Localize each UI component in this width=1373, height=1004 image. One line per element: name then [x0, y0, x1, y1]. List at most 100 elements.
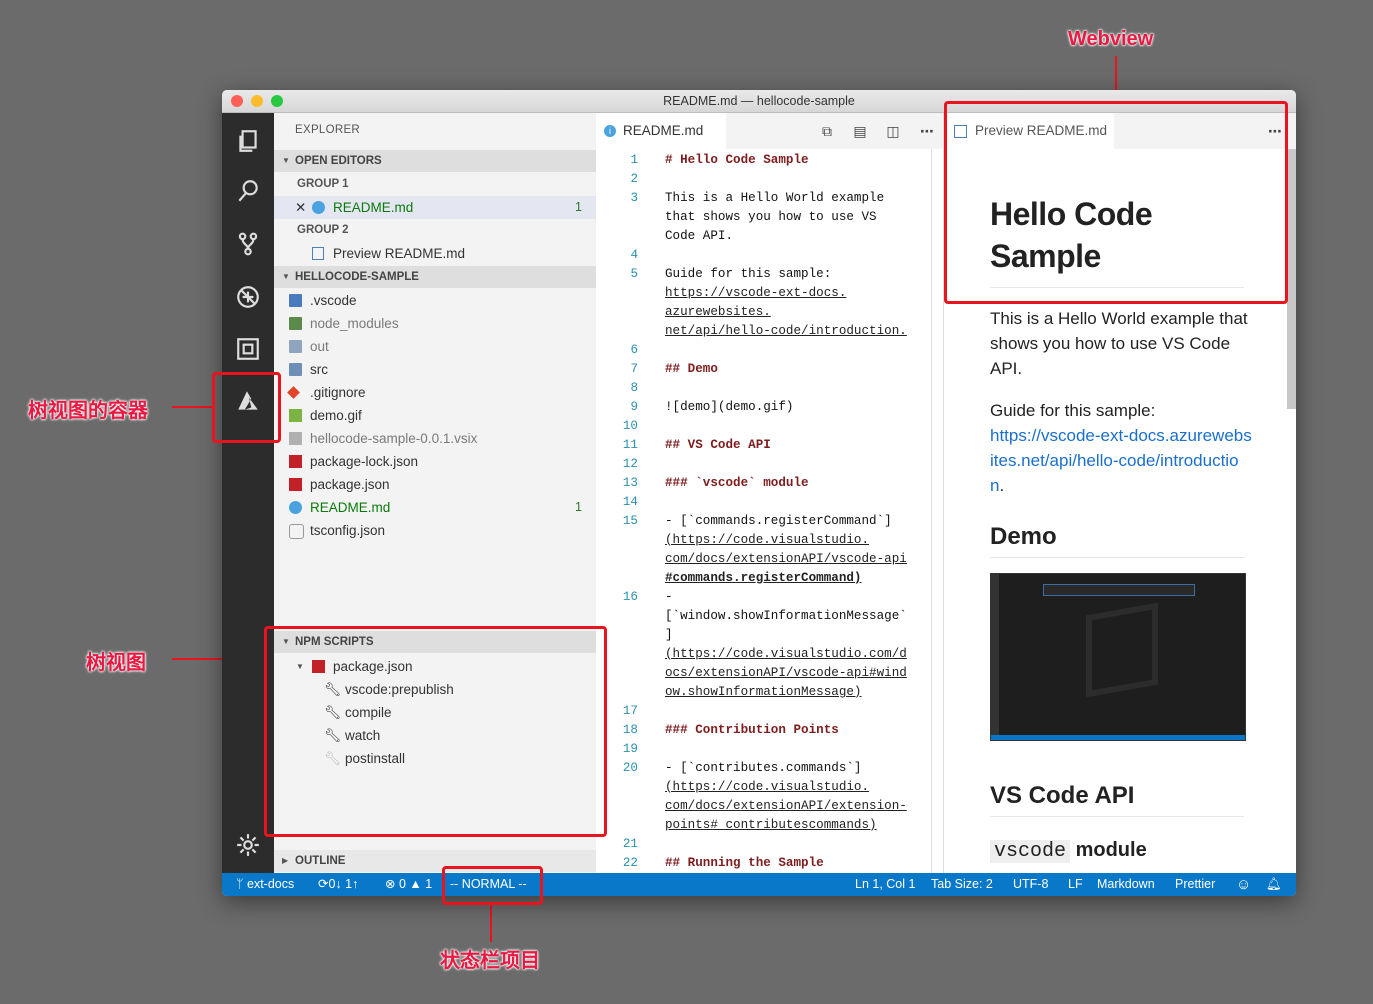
editor-tabbar: i README.md ⧉ ▤ ◫ ⋯ [596, 113, 943, 149]
gear-icon[interactable] [232, 829, 264, 861]
more-actions-icon[interactable]: ⋯ [918, 122, 936, 140]
line-number: 2 [630, 172, 638, 186]
line-number: 7 [630, 362, 638, 376]
code-line: ### `vscode` module [665, 476, 809, 490]
outline-header[interactable]: ▶ OUTLINE [274, 850, 596, 872]
file-tree-item-label: hellocode-sample-0.0.1.vsix [310, 431, 478, 446]
file-tree-item-label: package-lock.json [310, 454, 419, 469]
text-editor: i README.md ⧉ ▤ ◫ ⋯ 1 # Hello Code Sample… [596, 113, 943, 873]
sync-icon: ⟳ [318, 877, 329, 891]
cursor-position-item[interactable]: Ln 1, Col 1 [855, 873, 915, 896]
file-tree-item[interactable]: src [274, 358, 596, 381]
code-line: ] [665, 628, 673, 642]
project-header[interactable]: ▼ HELLOCODE-SAMPLE [274, 266, 596, 288]
encoding-item[interactable]: UTF-8 [1013, 873, 1048, 896]
open-editor-readme[interactable]: ✕ README.md 1 [274, 196, 596, 219]
code-lines[interactable]: 1 # Hello Code Sample 2 3 This is a Hello Wo… [596, 149, 943, 873]
tab-size-item[interactable]: Tab Size: 2 [931, 873, 993, 896]
git-icon [287, 386, 300, 399]
file-tree-item[interactable]: hellocode-sample-0.0.1.vsix [274, 427, 596, 450]
line-number: 16 [622, 590, 638, 604]
preview-scrollbar[interactable] [1287, 149, 1296, 409]
search-icon[interactable] [232, 175, 264, 207]
code-line: ow.showInformationMessage) [665, 685, 862, 699]
demo-vscode-logo [1086, 602, 1158, 698]
preview-guide-link-line: https://vscode-ext-docs.azurewebsites.ne… [990, 423, 1252, 498]
file-tree-item[interactable]: package-lock.json [274, 450, 596, 473]
bell-icon[interactable]: 🔔︎ [1266, 873, 1282, 896]
error-icon: ⊗ [385, 877, 396, 891]
problem-count-badge: 1 [575, 200, 582, 214]
code-line: (https://code.visualstudio. [665, 780, 870, 794]
editor-scrollbar[interactable] [931, 149, 932, 873]
line-number: 11 [622, 438, 638, 452]
code-line: - [`commands.registerCommand`] [665, 514, 892, 528]
file-tree-item[interactable]: out [274, 335, 596, 358]
line-number: 3 [630, 191, 638, 205]
branch-icon: ᛘ [236, 877, 244, 891]
file-tree-item[interactable]: package.json [274, 473, 596, 496]
preview-guide-link[interactable]: https://vscode-ext-docs.azurewebsites.ne… [990, 426, 1252, 495]
problem-count-badge: 1 [575, 500, 582, 514]
preview-h3-code: vscode [990, 840, 1071, 863]
close-icon[interactable]: ✕ [295, 196, 306, 219]
extensions-icon[interactable] [232, 333, 264, 365]
tree-view-annotation: 树视图 [86, 652, 146, 674]
problems-item[interactable]: ⊗ 0 ▲ 1 [385, 873, 432, 896]
file-tree-item[interactable]: node_modules [274, 312, 596, 335]
open-editor-preview-label: Preview README.md [333, 246, 466, 261]
explorer-icon[interactable] [232, 125, 264, 157]
code-line: ### Contribution Points [665, 723, 839, 737]
file-tree-item-label: .gitignore [310, 385, 366, 400]
demo-activity-bar [991, 574, 999, 740]
file-tree-item[interactable]: README.md 1 [274, 496, 596, 519]
status-bar: ᛘ ext-docs ⟳0↓ 1↑ ⊗ 0 ▲ 1 -- NORMAL -- L… [222, 873, 1296, 896]
line-number: 12 [622, 457, 638, 471]
preview-side-icon[interactable]: ▤ [851, 122, 869, 140]
status-item-annotation: 状态栏项目 [440, 950, 540, 972]
split-editor-icon[interactable]: ◫ [884, 122, 902, 140]
editor-tab-readme[interactable]: i README.md [596, 113, 726, 149]
code-line: points#_contributescommands) [665, 818, 877, 832]
file-icon [289, 432, 302, 445]
open-editor-preview[interactable]: Preview README.md [274, 242, 596, 265]
code-line: that shows you how to use VS [665, 210, 877, 224]
code-line: Code API. [665, 229, 734, 243]
branch-item[interactable]: ᛘ ext-docs [236, 873, 294, 896]
formatter-item[interactable]: Prettier [1175, 873, 1215, 896]
file-tree-item[interactable]: .gitignore [274, 381, 596, 404]
file-tree-item-label: node_modules [310, 316, 399, 331]
file-tree-item[interactable]: demo.gif [274, 404, 596, 427]
sync-item[interactable]: ⟳0↓ 1↑ [318, 873, 358, 896]
language-item[interactable]: Markdown [1097, 873, 1155, 896]
code-line: ocs/extensionAPI/vscode-api#wind [665, 666, 907, 680]
preview-guide-label: Guide for this sample: [990, 401, 1156, 420]
divider [990, 816, 1244, 817]
file-tree-item[interactable]: tsconfig.json [274, 519, 596, 542]
open-preview-icon[interactable]: ⧉ [818, 122, 836, 140]
feedback-icon[interactable]: ☺ [1236, 873, 1251, 896]
code-line: ## Demo [665, 362, 718, 376]
sidebar-title: EXPLORER [295, 124, 361, 136]
file-tree-item[interactable]: .vscode [274, 289, 596, 312]
tree-container-annotation: 树视图的容器 [28, 400, 148, 422]
warning-count: 1 [425, 877, 433, 891]
code-line: # Hello Code Sample [665, 153, 809, 167]
code-line: net/api/hello-code/introduction. [665, 324, 907, 338]
image-icon [289, 409, 302, 422]
folder-icon [289, 340, 302, 353]
demo-gif-image [990, 573, 1246, 741]
preview-h3-rest: module [1070, 839, 1147, 861]
source-control-icon[interactable] [232, 228, 264, 260]
group2-label: GROUP 2 [297, 224, 349, 236]
file-tree-item-label: package.json [310, 477, 390, 492]
code-line: - [`contributes.commands`] [665, 761, 862, 775]
tree-view-highlight-box [264, 626, 607, 837]
debug-icon[interactable] [232, 281, 264, 313]
demo-command-palette [1043, 584, 1195, 596]
open-editors-header[interactable]: ▼ OPEN EDITORS [274, 150, 596, 172]
file-tree-item-label: demo.gif [310, 408, 362, 423]
code-line: ## Running the Sample [665, 856, 824, 870]
code-line: (https://code.visualstudio. [665, 533, 870, 547]
eol-item[interactable]: LF [1068, 873, 1083, 896]
